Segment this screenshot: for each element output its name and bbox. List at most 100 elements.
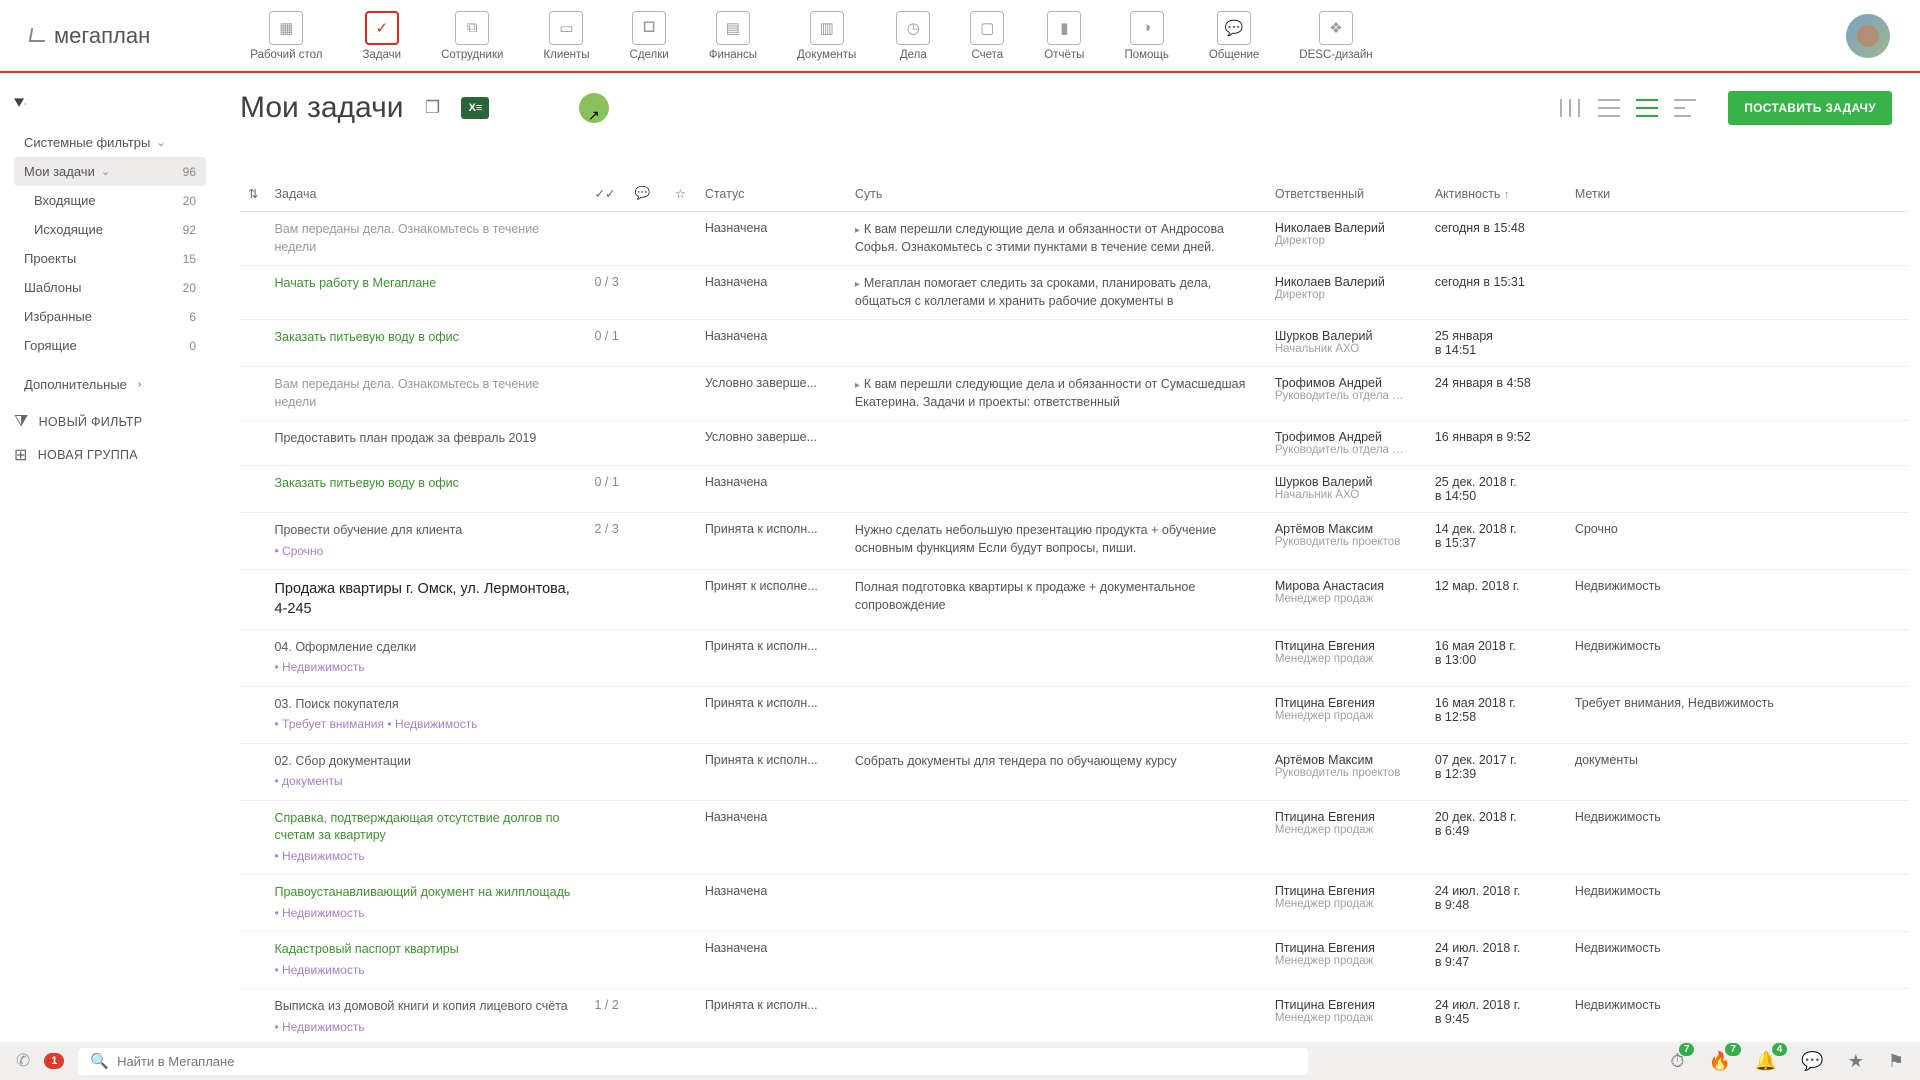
col-comment[interactable]: 💬 [627, 176, 667, 212]
view-list-short[interactable] [1674, 99, 1696, 117]
search-icon: 🔍 [90, 1052, 109, 1070]
table-row[interactable]: 04. Оформление сделкиНедвижимость Принят… [240, 629, 1908, 686]
nav-Рабочий стол[interactable]: ▦Рабочий стол [250, 11, 322, 61]
nav-icon: ▭ [549, 11, 583, 45]
nav-icon: ▥ [810, 11, 844, 45]
new-filter-button[interactable]: ⧩НОВЫЙ ФИЛЬТР [14, 413, 206, 431]
plus-box-icon: ⊞ [14, 445, 28, 465]
timer-icon[interactable]: ⏱7 [1670, 1051, 1684, 1072]
bottom-bar: ✆ 1 🔍 ⏱7 🔥7 🔔4 💬 ★ ⚑ [0, 1042, 1920, 1080]
logo[interactable]: мегаплан [30, 23, 150, 49]
table-row[interactable]: Кадастровый паспорт квартирыНедвижимость… [240, 932, 1908, 989]
sidebar-item[interactable]: Мои задачи⌄96 [14, 157, 206, 186]
nav-label: Отчёты [1044, 49, 1084, 61]
feedback-icon[interactable]: ⚑ [1888, 1051, 1904, 1072]
nav-icon: 🞑 [632, 11, 666, 45]
page-header: Мои задачи ❐ X≡ ПОСТАВИТЬ ЗАДАЧУ [0, 73, 1920, 135]
sidebar-item[interactable]: Горящие0 [14, 331, 206, 360]
nav-label: Документы [797, 49, 856, 61]
sidebar-item[interactable]: Исходящие92 [14, 215, 206, 244]
sidebar-item[interactable]: Избранные6 [14, 302, 206, 331]
tasks-table: ⇅ Задача ✓✓ 💬 ☆ Статус Суть Ответственны… [240, 176, 1908, 1042]
col-status[interactable]: Статус [697, 176, 847, 212]
phone-badge: 1 [44, 1053, 64, 1069]
nav-label: DESC-дизайн [1299, 49, 1372, 61]
col-handle[interactable]: ⇅ [240, 176, 266, 212]
bell-icon[interactable]: 🔔4 [1755, 1051, 1777, 1072]
sidebar-additional[interactable]: Дополнительные⌄ [14, 370, 206, 399]
nav-Сотрудники[interactable]: ⧉ Сотрудники [441, 11, 503, 61]
col-gist[interactable]: Суть [847, 176, 1267, 212]
table-row[interactable]: 02. Сбор документациидокументы Принята к… [240, 743, 1908, 800]
nav-label: Сотрудники [441, 49, 503, 61]
export-excel-button[interactable]: X≡ [461, 97, 489, 119]
col-task[interactable]: Задача [266, 176, 586, 212]
global-search[interactable]: 🔍 [78, 1048, 1308, 1075]
sidebar-item[interactable]: Шаблоны20 [14, 273, 206, 302]
copy-icon[interactable]: ❐ [417, 93, 447, 123]
table-row[interactable]: Предоставить план продаж за февраль 2019… [240, 421, 1908, 466]
search-input[interactable] [117, 1054, 1296, 1069]
nav-label: Счета [971, 49, 1003, 61]
top-navigation: мегаплан ▦Рабочий стол ✓ Задачи ⧉ Сотрудники… [0, 0, 1920, 73]
nav-label: Финансы [709, 49, 757, 61]
table-row[interactable]: Провести обучение для клиентаСрочно 2 / … [240, 513, 1908, 570]
view-columns[interactable] [1560, 99, 1582, 117]
new-group-button[interactable]: ⊞НОВАЯ ГРУППА [14, 445, 206, 465]
nav-label: Рабочий стол [250, 49, 322, 61]
sidebar-item[interactable]: Входящие20 [14, 186, 206, 215]
table-row[interactable]: Начать работу в Мегаплане 0 / 3 Назначен… [240, 266, 1908, 320]
nav-DESC-дизайн[interactable]: ❖ DESC-дизайн [1299, 11, 1372, 61]
avatar[interactable] [1846, 14, 1890, 58]
col-activity[interactable]: Активность ↑ [1427, 176, 1567, 212]
nav-label: Сделки [630, 49, 669, 61]
nav-icon: ◑ [1130, 11, 1164, 45]
sidebar-item[interactable]: Проекты15 [14, 244, 206, 273]
filter-icon[interactable]: ▾. [14, 91, 27, 112]
nav-icon: ▮ [1047, 11, 1081, 45]
funnel-icon: ⧩ [14, 413, 29, 431]
nav-label: Помощь [1124, 49, 1168, 61]
nav-Задачи[interactable]: ✓ Задачи [362, 11, 401, 61]
nav-icon: 💬 [1217, 11, 1251, 45]
create-task-button[interactable]: ПОСТАВИТЬ ЗАДАЧУ [1728, 91, 1892, 125]
nav-Финансы[interactable]: ▤ Финансы [709, 11, 757, 61]
nav-icon: ▢ [970, 11, 1004, 45]
nav-icon: ▤ [716, 11, 750, 45]
nav-Помощь[interactable]: ◑ Помощь [1124, 11, 1168, 61]
table-row[interactable]: Заказать питьевую воду в офис 0 / 1 Назн… [240, 320, 1908, 367]
nav-icon: ⧉ [455, 11, 489, 45]
fire-icon[interactable]: 🔥7 [1708, 1051, 1730, 1072]
table-row[interactable]: Вам переданы дела. Ознакомьтесь в течени… [240, 212, 1908, 266]
chat-icon[interactable]: 💬 [1801, 1051, 1823, 1072]
table-row[interactable]: 03. Поиск покупателяТребует внимания Нед… [240, 686, 1908, 743]
nav-icon: ❖ [1319, 11, 1353, 45]
view-list[interactable] [1598, 99, 1620, 117]
table-row[interactable]: Продажа квартиры г. Омск, ул. Лермонтова… [240, 570, 1908, 630]
table-row[interactable]: Выписка из домовой книги и копия лицевог… [240, 989, 1908, 1042]
nav-Сделки[interactable]: 🞑 Сделки [630, 11, 669, 61]
nav-Отчёты[interactable]: ▮ Отчёты [1044, 11, 1084, 61]
nav-Документы[interactable]: ▥ Документы [797, 11, 856, 61]
nav-label: Дела [900, 49, 927, 61]
col-check[interactable]: ✓✓ [586, 176, 626, 212]
nav-icon: ◷ [896, 11, 930, 45]
table-row[interactable]: Заказать питьевую воду в офис 0 / 1 Назн… [240, 466, 1908, 513]
col-star[interactable]: ☆ [667, 176, 697, 212]
nav-label: Задачи [362, 49, 401, 61]
table-row[interactable]: Правоустанавливающий документ на жилплощ… [240, 875, 1908, 932]
star-icon[interactable]: ★ [1848, 1051, 1864, 1072]
col-responsible[interactable]: Ответственный [1267, 176, 1427, 212]
nav-Дела[interactable]: ◷ Дела [896, 11, 930, 61]
table-row[interactable]: Вам переданы дела. Ознакомьтесь в течени… [240, 367, 1908, 421]
table-row[interactable]: Справка, подтверждающая отсутствие долго… [240, 800, 1908, 875]
nav-label: Общение [1209, 49, 1259, 61]
sidebar-system-filters[interactable]: Системные фильтры⌄ [14, 128, 206, 157]
view-list-compact[interactable] [1636, 99, 1658, 117]
nav-Общение[interactable]: 💬 Общение [1209, 11, 1259, 61]
nav-Клиенты[interactable]: ▭Клиенты [543, 11, 589, 61]
nav-icon: ✓ [365, 11, 399, 45]
phone-icon[interactable]: ✆ [16, 1051, 30, 1071]
nav-Счета[interactable]: ▢ Счета [970, 11, 1004, 61]
col-labels[interactable]: Метки [1567, 176, 1908, 212]
